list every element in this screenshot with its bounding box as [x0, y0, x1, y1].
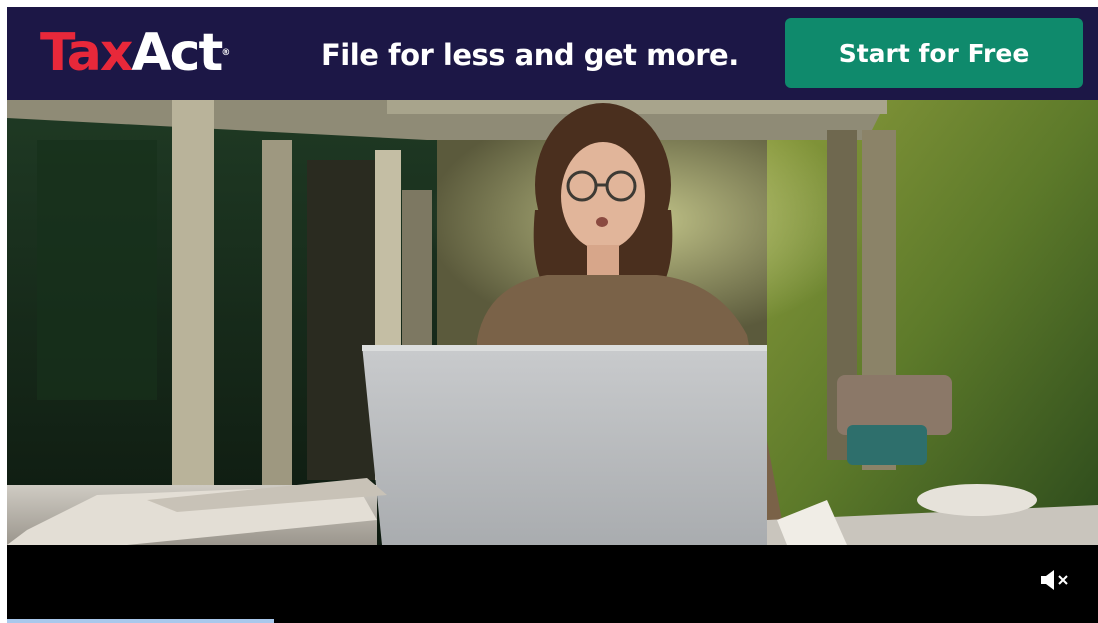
- video-progress-bar[interactable]: [7, 619, 1098, 623]
- ad-banner[interactable]: TaxAct® File for less and get more. Star…: [7, 7, 1098, 100]
- start-for-free-button[interactable]: Start for Free: [785, 18, 1083, 88]
- video-frame-image: [7, 100, 1098, 545]
- video-controls: [7, 545, 1098, 623]
- taxact-logo: TaxAct®: [40, 25, 230, 81]
- video-progress-fill: [7, 619, 275, 623]
- speaker-muted-icon: [1041, 570, 1068, 590]
- registered-mark: ®: [221, 48, 231, 58]
- video-frame[interactable]: [7, 100, 1098, 545]
- logo-part-tax: Tax: [40, 23, 133, 83]
- ad-tagline: File for less and get more.: [321, 38, 739, 72]
- logo-part-act: Act: [131, 23, 223, 83]
- video-ad[interactable]: TaxAct® File for less and get more. Star…: [7, 7, 1098, 623]
- mute-toggle-button[interactable]: [1037, 569, 1071, 591]
